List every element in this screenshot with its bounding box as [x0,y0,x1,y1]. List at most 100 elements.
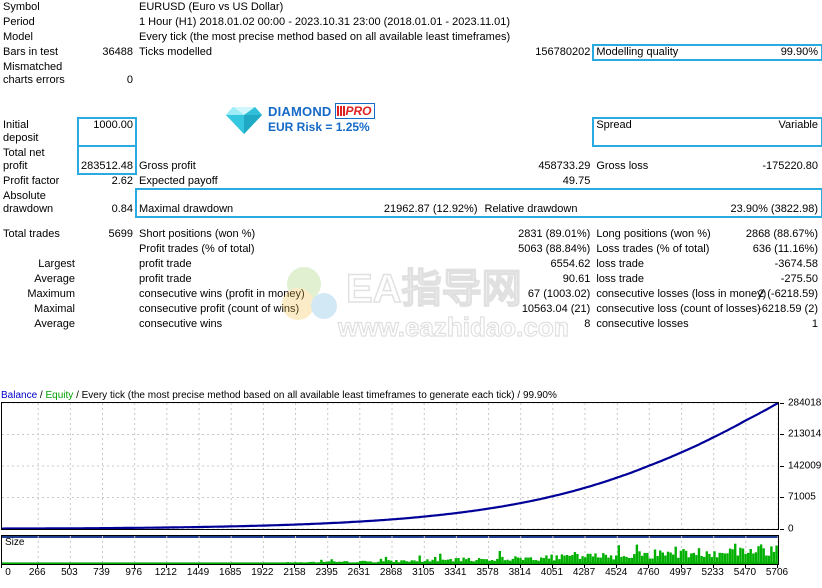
model-value: Every tick (the most precise method base… [139,31,511,43]
largest-loss-trade-value: -3674.58 [774,258,818,270]
x-tick-label: 4524 [605,567,628,578]
y-tick-mark [780,466,784,467]
x-tick-label: 4287 [572,567,596,578]
x-tick-mark [777,565,778,568]
x-tick-label: 1685 [219,567,242,578]
profit-trades-value: 5063 (88.84%) [518,243,591,255]
model-label: Model [3,31,33,43]
symbol-spacer [78,0,136,15]
x-tick-mark [1,565,2,568]
ticks-modelled-value: 156780202 [535,46,591,58]
gap-4 [365,217,594,227]
report-table: Symbol EURUSD (Euro vs US Dollar) Period… [0,0,822,332]
x-tick-label: 4997 [669,567,692,578]
x-tick-label: 976 [125,567,143,578]
y-tick-label: 71005 [788,491,816,503]
x-axis-labels: 0 266 503 739 976 1212 1449 1685 1922 2158 2395 263… [0,565,790,585]
chart-title-rest: / Every tick (the most precise method ba… [76,390,557,401]
x-tick-mark [294,565,296,568]
maximal-pad [78,302,136,317]
initial-deposit-pad1 [136,118,365,146]
bars-in-test-value: 36488 [102,46,133,58]
x-tick-label: 2868 [379,567,403,578]
maximal-drawdown-value: 21962.87 (12.92%) [383,203,478,215]
largest-prefix: Largest [38,258,75,270]
x-tick-label: 0 [5,567,11,578]
average-consecutive-losses-cell: consecutive losses 1 [593,317,822,332]
maximal-prefix: Maximal [34,303,75,315]
short-positions-value: 2831 (89.01%) [518,228,591,240]
profit-trades-label: Profit trades (% of total) [139,243,255,255]
bars-in-test-label: Bars in test [3,46,59,58]
gap-5 [593,217,822,227]
x-tick-label: 2158 [283,567,306,578]
size-bars-svg [2,536,778,564]
table-row-logo-spacer [0,88,822,118]
logo-spacer-1 [0,88,78,118]
mismatched-value: 0 [126,74,133,86]
x-tick-label: 4760 [637,567,660,578]
average-consecutive-losses-label: consecutive losses [596,318,689,330]
loss-trades-cell: Loss trades (% of total) 636 (11.16%) [593,242,822,257]
max-consecutive-losses-cell: consecutive losses (loss in money) 2 (-6… [593,287,822,302]
x-tick-mark [198,565,200,568]
x-tick-mark [487,565,489,568]
table-row-profit-factor: Profit factor 2.62 Expected payoff 49.75 [0,174,822,189]
x-tick-label: 5470 [733,567,757,578]
max-consecutive-losses-label: consecutive losses (loss in money) [596,288,767,300]
maximal-consecutive-profit-label: consecutive profit (count of wins) [139,303,300,315]
period-value: 1 Hour (H1) 2018.01.02 00:00 - 2023.10.3… [139,16,511,28]
x-tick-mark [37,565,39,568]
x-tick-mark [584,565,586,568]
table-row-initial-deposit: Initial deposit 1000.00 Spread Variable [0,117,822,147]
average-loss-trade-value: -275.50 [780,273,818,285]
absolute-drawdown-value: 0.84 [111,203,133,215]
largest-loss-trade-cell: loss trade -3674.58 [593,257,822,272]
mismatched-pad3 [593,60,822,88]
x-tick-mark [455,565,457,568]
absolute-drawdown-label-line1: Absolute [3,190,46,202]
x-tick-label: 1212 [154,567,177,578]
expected-payoff-pad [593,174,822,189]
largest-pad [78,257,136,272]
x-tick-label: 5706 [765,567,789,578]
y-tick-mark [780,529,784,530]
long-positions-label: Long positions (won %) [596,228,711,240]
x-tick-mark [358,565,360,568]
y-tick-mark [780,434,784,436]
modelling-quality-value: 99.90% [780,46,818,58]
table-row-gap [0,217,822,227]
strategy-tester-report: Symbol EURUSD (Euro vs US Dollar) Period… [0,0,822,588]
initial-deposit-pad2 [365,118,594,146]
x-tick-label: 4051 [540,567,564,578]
period-label: Period [3,16,35,28]
x-tick-mark [391,565,393,568]
table-row-period: Period 1 Hour (H1) 2018.01.02 00:00 - 20… [0,15,822,30]
mismatched-label-line2: charts errors [3,74,65,86]
largest-profit-trade-label: profit trade [139,258,192,270]
x-tick-mark [744,565,746,568]
long-positions-cell: Long positions (won %) 2868 (88.67%) [593,227,822,242]
expected-payoff-value: 49.75 [562,175,591,187]
table-row-symbol: Symbol EURUSD (Euro vs US Dollar) [0,0,822,15]
table-row-total-net-profit: Total net profit 283512.48 Gross profit … [0,145,822,175]
modelling-quality-label: Modelling quality [596,46,679,58]
maximal-consecutive-loss-cell: consecutive loss (count of losses) -6218… [593,302,822,317]
initial-deposit-label: Initial deposit [0,118,78,146]
x-tick-mark [230,565,232,568]
x-tick-mark [262,565,264,568]
logo-spacer-4 [365,88,594,118]
maximum-prefix: Maximum [27,288,75,300]
relative-drawdown-value: 23.90% (3822.98) [730,203,818,215]
y-tick-label: 142009 [788,460,822,472]
x-tick-label: 3814 [508,567,531,578]
table-row-model: Model Every tick (the most precise metho… [0,30,822,45]
symbol-value: EURUSD (Euro vs US Dollar) [139,1,284,13]
logo-spacer-5 [593,88,822,118]
average-loss-trade-cell: loss trade -275.50 [593,272,822,287]
balance-equity-chart: Balance / Equity / Every tick (the most … [0,389,822,588]
y-tick-label: 213014 [788,428,822,440]
horizontal-gridlines [2,403,778,529]
table-row-maximum-consecutive: Maximum consecutive wins (profit in mone… [0,287,822,302]
table-row-largest: Largest profit trade 6554.62 loss trade … [0,257,822,272]
